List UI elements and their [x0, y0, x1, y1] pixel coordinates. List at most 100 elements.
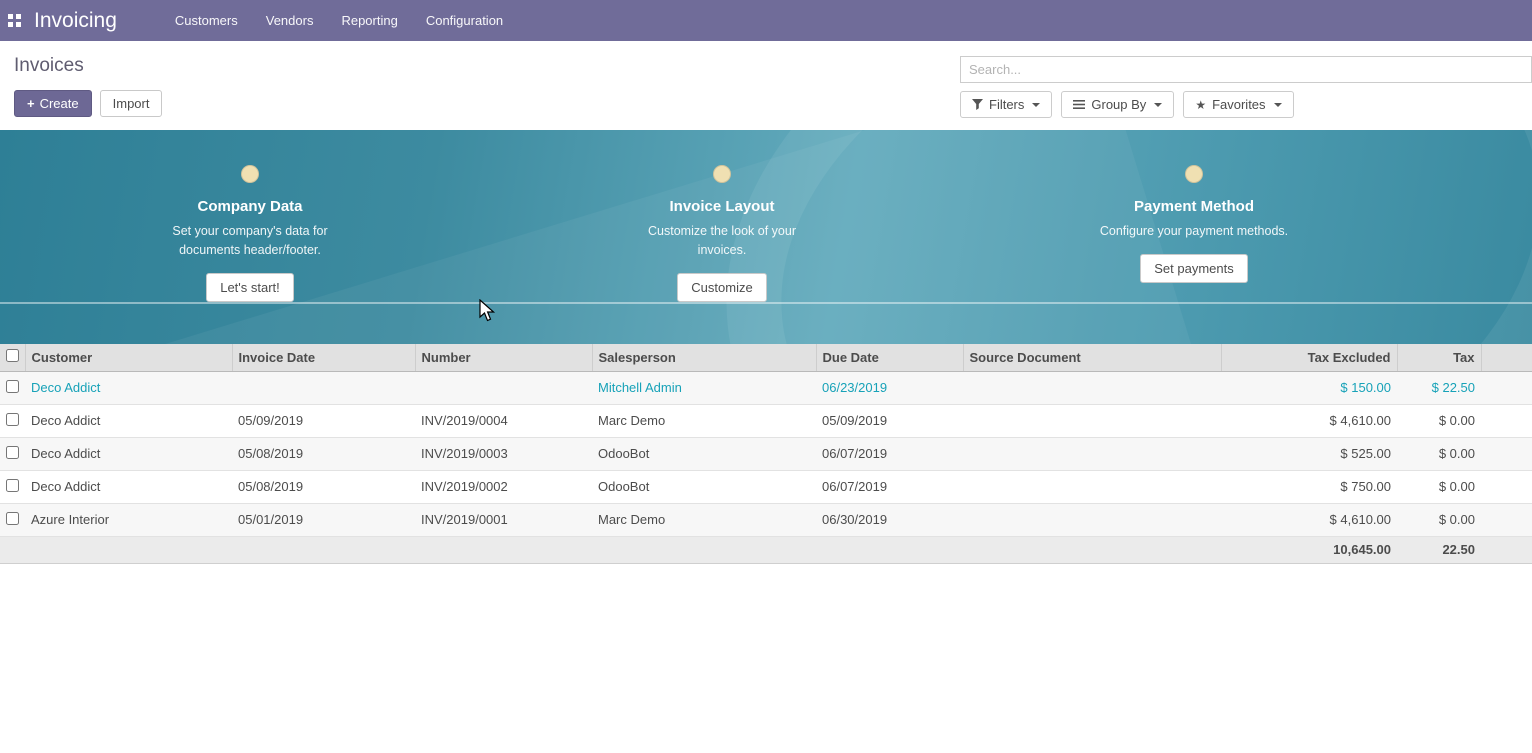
create-button[interactable]: +Create: [14, 90, 92, 117]
cell-customer[interactable]: Deco Addict: [25, 437, 232, 470]
cell-tax-excluded[interactable]: $ 150.00: [1221, 371, 1397, 404]
column-header-due-date[interactable]: Due Date: [816, 344, 963, 371]
totals-empty-cell: [415, 536, 592, 563]
invoice-row[interactable]: Deco Addict Mitchell Admin 06/23/2019 $ …: [0, 371, 1532, 404]
invoice-row[interactable]: Deco Addict 05/08/2019 INV/2019/0003 Odo…: [0, 437, 1532, 470]
step-marker-dot: [1185, 165, 1203, 183]
cell-tax-excluded[interactable]: $ 750.00: [1221, 470, 1397, 503]
cell-tax[interactable]: $ 0.00: [1397, 503, 1481, 536]
cell-number[interactable]: INV/2019/0001: [415, 503, 592, 536]
onboarding-step-company-data: Company Data Set your company's data for…: [14, 130, 486, 302]
column-header-source-document[interactable]: Source Document: [963, 344, 1221, 371]
app-title[interactable]: Invoicing: [34, 9, 117, 33]
cell-tax[interactable]: $ 0.00: [1397, 404, 1481, 437]
invoice-row[interactable]: Azure Interior 05/01/2019 INV/2019/0001 …: [0, 503, 1532, 536]
step-title: Invoice Layout: [669, 198, 774, 215]
import-button[interactable]: Import: [100, 90, 163, 117]
cell-number[interactable]: [415, 371, 592, 404]
favorites-label: Favorites: [1212, 97, 1265, 112]
cell-salesperson[interactable]: Marc Demo: [592, 503, 816, 536]
top-menu: Customers Vendors Reporting Configuratio…: [161, 0, 517, 41]
cell-number[interactable]: INV/2019/0004: [415, 404, 592, 437]
invoice-row[interactable]: Deco Addict 05/08/2019 INV/2019/0002 Odo…: [0, 470, 1532, 503]
cell-tax[interactable]: $ 0.00: [1397, 437, 1481, 470]
cell-due-date[interactable]: 06/07/2019: [816, 470, 963, 503]
control-panel: Invoices +Create Import Filters Group By…: [0, 41, 1532, 130]
column-header-customer[interactable]: Customer: [25, 344, 232, 371]
search-input[interactable]: [960, 56, 1532, 83]
customize-button[interactable]: Customize: [677, 273, 766, 302]
total-tax-excluded: 10,645.00: [1221, 536, 1397, 563]
row-checkbox[interactable]: [6, 479, 19, 492]
column-header-salesperson[interactable]: Salesperson: [592, 344, 816, 371]
cell-salesperson[interactable]: Marc Demo: [592, 404, 816, 437]
cell-invoice-date[interactable]: 05/08/2019: [232, 437, 415, 470]
row-checkbox[interactable]: [6, 380, 19, 393]
cell-invoice-date[interactable]: 05/09/2019: [232, 404, 415, 437]
cell-customer[interactable]: Deco Addict: [25, 404, 232, 437]
menu-customers[interactable]: Customers: [161, 0, 252, 41]
step-description: Customize the look of your invoices.: [627, 222, 817, 260]
column-header-number[interactable]: Number: [415, 344, 592, 371]
step-description: Configure your payment methods.: [1100, 222, 1288, 241]
cell-tax-excluded[interactable]: $ 525.00: [1221, 437, 1397, 470]
row-checkbox-cell: [0, 371, 25, 404]
step-marker-dot: [713, 165, 731, 183]
cell-invoice-date[interactable]: 05/08/2019: [232, 470, 415, 503]
group-by-icon: [1073, 99, 1085, 110]
set-payments-button[interactable]: Set payments: [1140, 254, 1248, 283]
cell-source-document[interactable]: [963, 437, 1221, 470]
cell-salesperson[interactable]: OdooBot: [592, 470, 816, 503]
step-title: Payment Method: [1134, 198, 1254, 215]
apps-grid-icon[interactable]: [0, 14, 34, 28]
onboarding-step-invoice-layout: Invoice Layout Customize the look of you…: [486, 130, 958, 302]
cell-source-document[interactable]: [963, 371, 1221, 404]
star-icon: ★: [1195, 99, 1206, 111]
row-checkbox[interactable]: [6, 413, 19, 426]
cell-salesperson[interactable]: OdooBot: [592, 437, 816, 470]
invoice-list-table: Customer Invoice Date Number Salesperson…: [0, 344, 1532, 564]
row-checkbox-cell: [0, 437, 25, 470]
favorites-button[interactable]: ★ Favorites: [1183, 91, 1293, 118]
row-checkbox[interactable]: [6, 446, 19, 459]
menu-vendors[interactable]: Vendors: [252, 0, 328, 41]
cell-tax[interactable]: $ 22.50: [1397, 371, 1481, 404]
column-header-tax-excluded[interactable]: Tax Excluded: [1221, 344, 1397, 371]
lets-start-button[interactable]: Let's start!: [206, 273, 294, 302]
step-title: Company Data: [197, 198, 302, 215]
menu-reporting[interactable]: Reporting: [327, 0, 411, 41]
filters-button[interactable]: Filters: [960, 91, 1052, 118]
menu-configuration[interactable]: Configuration: [412, 0, 517, 41]
cell-due-date[interactable]: 05/09/2019: [816, 404, 963, 437]
cell-due-date[interactable]: 06/07/2019: [816, 437, 963, 470]
group-by-button[interactable]: Group By: [1061, 91, 1174, 118]
row-checkbox-cell: [0, 404, 25, 437]
cell-due-date[interactable]: 06/23/2019: [816, 371, 963, 404]
cell-source-document[interactable]: [963, 470, 1221, 503]
column-header-tax[interactable]: Tax: [1397, 344, 1481, 371]
cell-salesperson[interactable]: Mitchell Admin: [592, 371, 816, 404]
cell-due-date[interactable]: 06/30/2019: [816, 503, 963, 536]
cell-source-document[interactable]: [963, 503, 1221, 536]
cell-invoice-date[interactable]: [232, 371, 415, 404]
row-checkbox-cell: [0, 503, 25, 536]
cell-customer[interactable]: Deco Addict: [25, 470, 232, 503]
column-header-invoice-date[interactable]: Invoice Date: [232, 344, 415, 371]
row-checkbox[interactable]: [6, 512, 19, 525]
top-navbar: Invoicing Customers Vendors Reporting Co…: [0, 0, 1532, 41]
cell-tax-excluded[interactable]: $ 4,610.00: [1221, 404, 1397, 437]
cell-source-document[interactable]: [963, 404, 1221, 437]
cell-customer[interactable]: Azure Interior: [25, 503, 232, 536]
totals-empty-cell: [232, 536, 415, 563]
cell-tax[interactable]: $ 0.00: [1397, 470, 1481, 503]
cell-spacer: [1481, 470, 1532, 503]
invoice-row[interactable]: Deco Addict 05/09/2019 INV/2019/0004 Mar…: [0, 404, 1532, 437]
select-all-checkbox[interactable]: [6, 349, 19, 362]
table-header-row: Customer Invoice Date Number Salesperson…: [0, 344, 1532, 371]
cell-customer[interactable]: Deco Addict: [25, 371, 232, 404]
cell-number[interactable]: INV/2019/0003: [415, 437, 592, 470]
cell-number[interactable]: INV/2019/0002: [415, 470, 592, 503]
row-checkbox-cell: [0, 470, 25, 503]
cell-invoice-date[interactable]: 05/01/2019: [232, 503, 415, 536]
cell-tax-excluded[interactable]: $ 4,610.00: [1221, 503, 1397, 536]
